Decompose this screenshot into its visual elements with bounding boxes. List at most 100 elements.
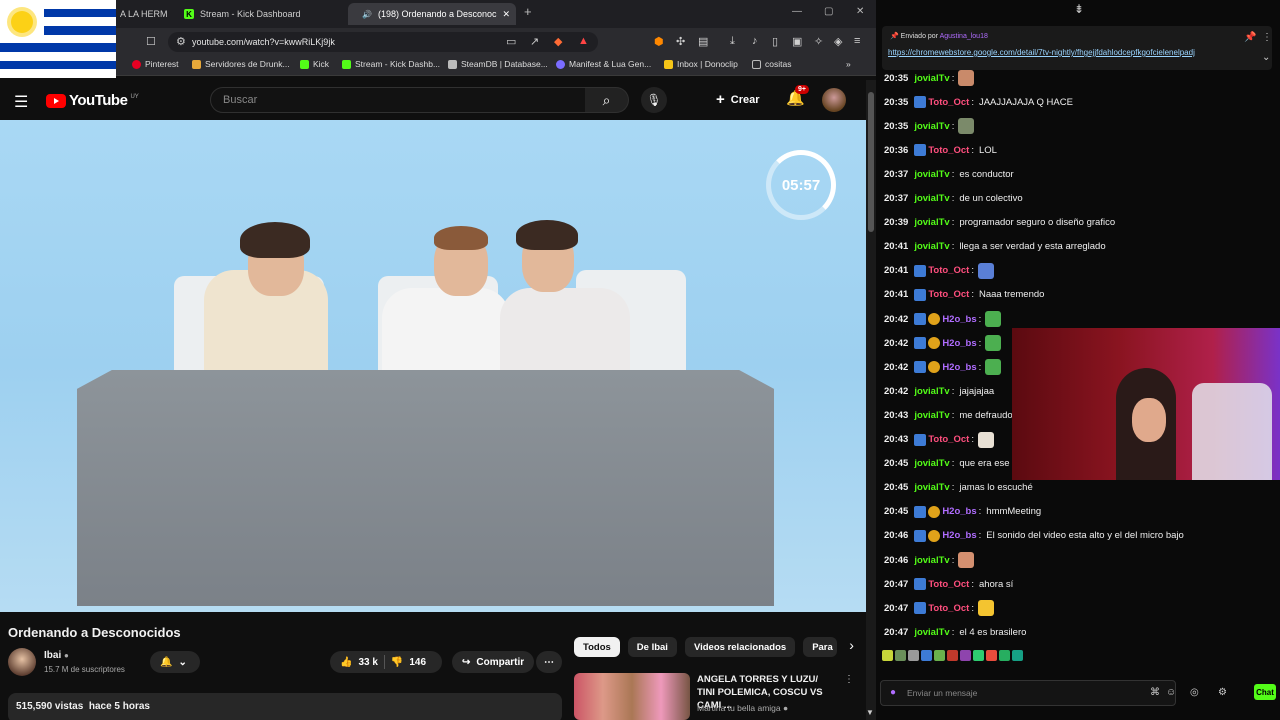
sidebar-icon[interactable]: ▯ [772, 35, 778, 48]
youtube-logo[interactable]: YouTube UY [46, 92, 139, 109]
wallet-icon[interactable]: ▣ [792, 35, 802, 48]
extension-icon[interactable]: ⬢ [654, 35, 664, 48]
more-icon[interactable]: ⋮ [1262, 32, 1272, 43]
message-username[interactable]: H2o_bs [942, 506, 976, 517]
quick-emote-icon[interactable] [882, 650, 893, 661]
puzzle-icon[interactable]: ✣ [676, 35, 685, 48]
quick-emote-icon[interactable] [908, 650, 919, 661]
message-username[interactable]: Toto_Oct [928, 265, 969, 276]
message-username[interactable]: H2o_bs [942, 530, 976, 541]
account-avatar[interactable] [822, 88, 846, 112]
bookmark-icon[interactable]: ☐ [146, 35, 156, 48]
leo-icon[interactable]: ✧ [814, 35, 823, 48]
message-username[interactable]: jovialTv [914, 458, 949, 469]
page-scrollbar[interactable] [866, 80, 876, 720]
bookmark-pinterest[interactable]: Pinterest [132, 59, 179, 69]
hamburger-menu-icon[interactable]: ☰ [14, 92, 28, 112]
bookmark-servidores[interactable]: Servidores de Drunk... [192, 59, 290, 69]
channel-name[interactable]: Ibai ● [44, 650, 69, 661]
tab-2[interactable]: K Stream - Kick Dashboard [176, 3, 346, 25]
rewards-icon[interactable]: ▲ [578, 35, 589, 47]
quick-emote-icon[interactable] [1012, 650, 1023, 661]
points-icon[interactable]: ◎ [1190, 687, 1199, 698]
recommendation-thumbnail[interactable] [574, 673, 690, 720]
collapse-chat-icon[interactable]: ⇟ [1074, 2, 1084, 16]
message-username[interactable]: jovialTv [914, 121, 949, 132]
chevron-down-icon[interactable]: ⌄ [1262, 52, 1270, 63]
scroll-down-icon[interactable]: ▼ [866, 708, 874, 717]
description-box[interactable]: 515,590 vistas hace 5 horas [8, 693, 562, 720]
subscribed-button[interactable]: 🔔 ⌄ [150, 651, 200, 673]
message-username[interactable]: jovialTv [914, 217, 949, 228]
message-username[interactable]: jovialTv [914, 241, 949, 252]
message-username[interactable]: H2o_bs [942, 314, 976, 325]
message-username[interactable]: Toto_Oct [928, 434, 969, 445]
emote-picker-icon[interactable]: ☺ [1166, 687, 1176, 698]
dislike-button[interactable]: 👎 146 [391, 657, 426, 668]
share-button[interactable]: ↪ Compartir [452, 651, 535, 673]
quick-emote-icon[interactable] [960, 650, 971, 661]
menu-icon[interactable]: ≡ [854, 35, 860, 47]
commands-icon[interactable]: ⌘ [1150, 687, 1160, 698]
message-username[interactable]: jovialTv [914, 482, 949, 493]
message-username[interactable]: jovialTv [914, 555, 949, 566]
message-username[interactable]: Toto_Oct [928, 97, 969, 108]
message-username[interactable]: jovialTv [914, 169, 949, 180]
chip-para[interactable]: Para [803, 637, 838, 657]
recommendation-channel[interactable]: Martina tu bella amiga ● [697, 703, 788, 713]
like-button[interactable]: 👍 33 k [340, 657, 378, 668]
quick-emote-icon[interactable] [999, 650, 1010, 661]
music-icon[interactable]: ♪ [752, 35, 758, 47]
message-username[interactable]: Toto_Oct [928, 603, 969, 614]
message-username[interactable]: jovialTv [914, 193, 949, 204]
notifications-button[interactable]: 🔔 9+ [786, 85, 809, 107]
cast-icon[interactable]: ▭ [506, 35, 516, 48]
close-window-icon[interactable]: ✕ [856, 6, 864, 17]
vpn-icon[interactable]: ◈ [834, 35, 842, 48]
chip-todos[interactable]: Todos [574, 637, 620, 657]
search-input[interactable]: Buscar [210, 87, 586, 113]
settings-icon[interactable]: ⚙ [1218, 687, 1227, 698]
bookmark-manifest[interactable]: Manifest & Lua Gen... [556, 59, 651, 69]
quick-emote-icon[interactable] [986, 650, 997, 661]
message-username[interactable]: Toto_Oct [928, 145, 969, 156]
bookmark-steamdb[interactable]: SteamDB | Database... [448, 59, 548, 69]
more-options-icon[interactable]: ⋮ [844, 674, 854, 685]
maximize-icon[interactable]: ▢ [824, 6, 833, 17]
quick-emote-icon[interactable] [934, 650, 945, 661]
scrollbar-thumb[interactable] [868, 92, 874, 232]
bookmark-cositas[interactable]: cositas [752, 59, 791, 69]
more-actions-button[interactable]: ⋯ [536, 651, 562, 673]
reader-icon[interactable]: ▤ [698, 35, 708, 48]
chat-send-button[interactable]: Chat [1254, 684, 1276, 700]
minimize-icon[interactable]: — [792, 6, 802, 17]
share-icon[interactable]: ↗ [530, 35, 539, 48]
message-username[interactable]: Toto_Oct [928, 289, 969, 300]
chevron-right-icon[interactable]: › [849, 637, 854, 657]
new-tab-icon[interactable]: + [524, 4, 532, 19]
message-username[interactable]: H2o_bs [942, 338, 976, 349]
chat-message-input[interactable]: Enviar un mensaje [880, 680, 1176, 706]
tab-1[interactable]: A LA HERM [112, 3, 174, 25]
quick-emote-icon[interactable] [921, 650, 932, 661]
bookmark-donoclip[interactable]: Inbox | Donoclip [664, 59, 738, 69]
download-icon[interactable]: ⤓ [730, 35, 735, 48]
message-username[interactable]: H2o_bs [942, 362, 976, 373]
voice-search-button[interactable]: 🎙 [641, 87, 667, 113]
message-username[interactable]: jovialTv [914, 73, 949, 84]
search-button[interactable]: ⌕ [585, 87, 629, 113]
site-info-icon[interactable]: ⚙ [176, 35, 186, 48]
message-username[interactable]: jovialTv [914, 410, 949, 421]
more-bookmarks-icon[interactable]: » [846, 59, 851, 69]
bookmark-kick[interactable]: Kick [300, 59, 329, 69]
video-player[interactable]: 05:57 [0, 120, 866, 612]
quick-emote-icon[interactable] [973, 650, 984, 661]
tab-3[interactable]: 🔊 (198) Ordenando a Desconoc ✕ [348, 3, 516, 25]
quick-emote-icon[interactable] [947, 650, 958, 661]
pinned-link[interactable]: https://chromewebstore.google.com/detail… [888, 48, 1195, 57]
message-username[interactable]: jovialTv [914, 627, 949, 638]
bookmark-stream[interactable]: Stream - Kick Dashb... [342, 59, 440, 69]
pinned-user[interactable]: Agustina_lou18 [940, 33, 988, 40]
pin-icon[interactable]: 📌 [1244, 32, 1256, 43]
brave-shield-icon[interactable]: ◆ [554, 35, 562, 48]
